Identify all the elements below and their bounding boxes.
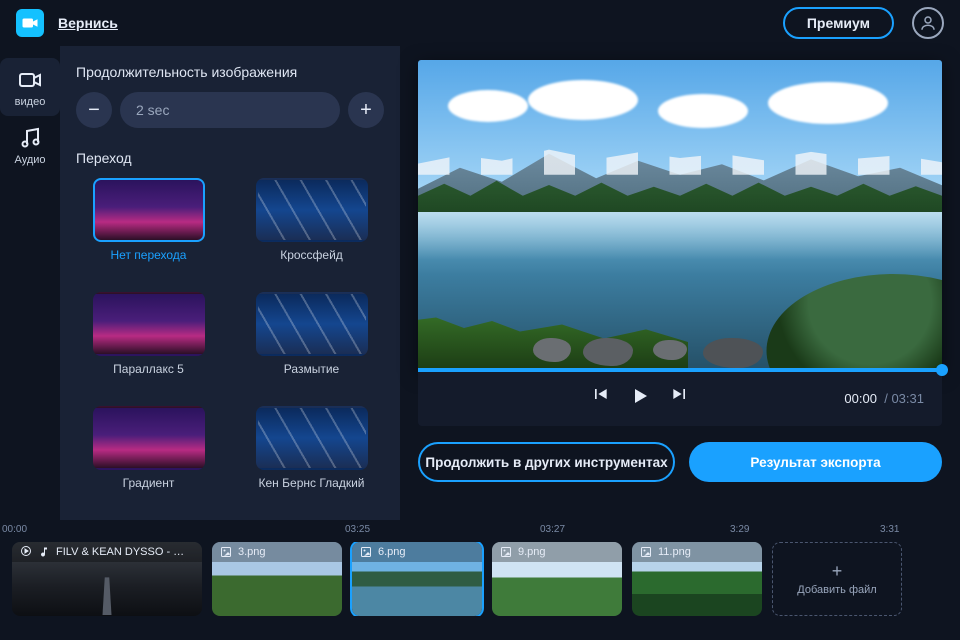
transition-thumbnail [256, 178, 368, 242]
rail-label-video: видео [15, 96, 46, 108]
music-icon [18, 126, 42, 150]
clip-header: 6.png [352, 542, 482, 562]
time-total: 03:31 [891, 391, 924, 406]
timeline-clip[interactable]: FILV & KEAN DYSSO - … [12, 542, 202, 616]
timeline-clip[interactable]: 6.png [352, 542, 482, 616]
transition-option[interactable]: Размытие [239, 292, 384, 392]
transition-label: Параллакс 5 [113, 362, 184, 392]
timeline-track[interactable]: FILV & KEAN DYSSO - … 3.png 6.png 9.png 11.p… [0, 542, 960, 616]
premium-button[interactable]: Премиум [783, 7, 894, 39]
timeline: 00:00 03:25 03:27 3:29 3:31 FILV & KEAN DYSS… [0, 520, 960, 640]
clip-header: 9.png [492, 542, 622, 562]
add-file-label: Добавить файл [797, 584, 876, 596]
duration-increase-button[interactable]: + [348, 92, 384, 128]
transition-option[interactable]: Кен Бернс Гладкий [239, 406, 384, 506]
transition-label: Кен Бернс Гладкий [259, 476, 365, 506]
audio-clip-icon [38, 546, 50, 558]
transition-thumbnail [93, 406, 205, 470]
time-current: 00:00 [844, 391, 877, 406]
settings-panel: Продолжительность изображения − 2 sec + … [60, 46, 400, 520]
timeline-ruler: 00:00 03:25 03:27 3:29 3:31 [0, 520, 960, 542]
transition-thumbnail [93, 292, 205, 356]
plus-icon: + [832, 562, 843, 580]
duration-value[interactable]: 2 sec [120, 92, 340, 128]
clip-name: 11.png [658, 546, 691, 558]
clip-name: 9.png [518, 546, 546, 558]
transition-thumbnail [256, 406, 368, 470]
transition-option[interactable]: Нет перехода [76, 178, 221, 278]
app-logo [16, 9, 44, 37]
play-button[interactable] [628, 384, 652, 413]
image-clip-icon [500, 546, 512, 558]
timeline-clip[interactable]: 9.png [492, 542, 622, 616]
preview-viewport [418, 60, 942, 370]
ruler-tick: 00:00 [2, 524, 27, 535]
next-button[interactable] [670, 384, 690, 413]
account-button[interactable] [912, 7, 944, 39]
clip-name: FILV & KEAN DYSSO - … [56, 546, 184, 558]
clip-name: 3.png [238, 546, 266, 558]
transition-label: Кроссфейд [280, 248, 343, 278]
transition-label: Нет перехода [111, 248, 187, 278]
rail-item-video[interactable]: видео [0, 58, 60, 116]
ruler-tick: 03:25 [345, 524, 370, 535]
user-icon [919, 14, 937, 32]
duration-stepper: − 2 sec + [76, 92, 384, 128]
preview-pane: 00:00 / 03:31 Продолжить в других инстру… [400, 46, 960, 520]
skip-previous-icon [590, 384, 610, 404]
timeline-clip[interactable]: 11.png [632, 542, 762, 616]
image-clip-icon [220, 546, 232, 558]
prev-button[interactable] [590, 384, 610, 413]
play-icon [628, 384, 652, 408]
time-display: 00:00 / 03:31 [844, 391, 924, 406]
continue-button[interactable]: Продолжить в других инструментах [418, 442, 675, 482]
ruler-tick: 3:31 [880, 524, 899, 535]
progress-bar[interactable] [418, 368, 942, 372]
rail-label-audio: Аудио [14, 154, 45, 166]
ruler-tick: 3:29 [730, 524, 749, 535]
clip-name: 6.png [378, 546, 406, 558]
duration-title: Продолжительность изображения [76, 64, 384, 80]
camera-icon [21, 14, 39, 32]
add-file-button[interactable]: + Добавить файл [772, 542, 902, 616]
transition-label: Градиент [123, 476, 175, 506]
clip-play-icon[interactable] [20, 545, 32, 560]
transition-label: Размытие [284, 362, 339, 392]
side-rail: видео Аудио [0, 46, 60, 520]
video-icon [18, 68, 42, 92]
duration-decrease-button[interactable]: − [76, 92, 112, 128]
image-clip-icon [360, 546, 372, 558]
action-row: Продолжить в других инструментах Результ… [418, 442, 942, 482]
clip-header: 3.png [212, 542, 342, 562]
transition-option[interactable]: Кроссфейд [239, 178, 384, 278]
image-clip-icon [640, 546, 652, 558]
clip-header: 11.png [632, 542, 762, 562]
main-area: видео Аудио Продолжительность изображени… [0, 46, 960, 520]
clip-header: FILV & KEAN DYSSO - … [12, 542, 202, 562]
transition-thumbnail [93, 178, 205, 242]
transitions-grid: Нет перехода Кроссфейд Параллакс 5 Размытие… [76, 178, 384, 506]
ruler-tick: 03:27 [540, 524, 565, 535]
transition-option[interactable]: Градиент [76, 406, 221, 506]
skip-next-icon [670, 384, 690, 404]
transition-option[interactable]: Параллакс 5 [76, 292, 221, 392]
timeline-clip[interactable]: 3.png [212, 542, 342, 616]
top-bar: Вернись Премиум [0, 0, 960, 46]
back-link[interactable]: Вернись [58, 15, 118, 31]
transition-title: Переход [76, 150, 384, 166]
export-button[interactable]: Результат экспорта [689, 442, 942, 482]
rail-item-audio[interactable]: Аудио [0, 116, 60, 174]
player-controls: 00:00 / 03:31 [418, 370, 942, 426]
transition-thumbnail [256, 292, 368, 356]
